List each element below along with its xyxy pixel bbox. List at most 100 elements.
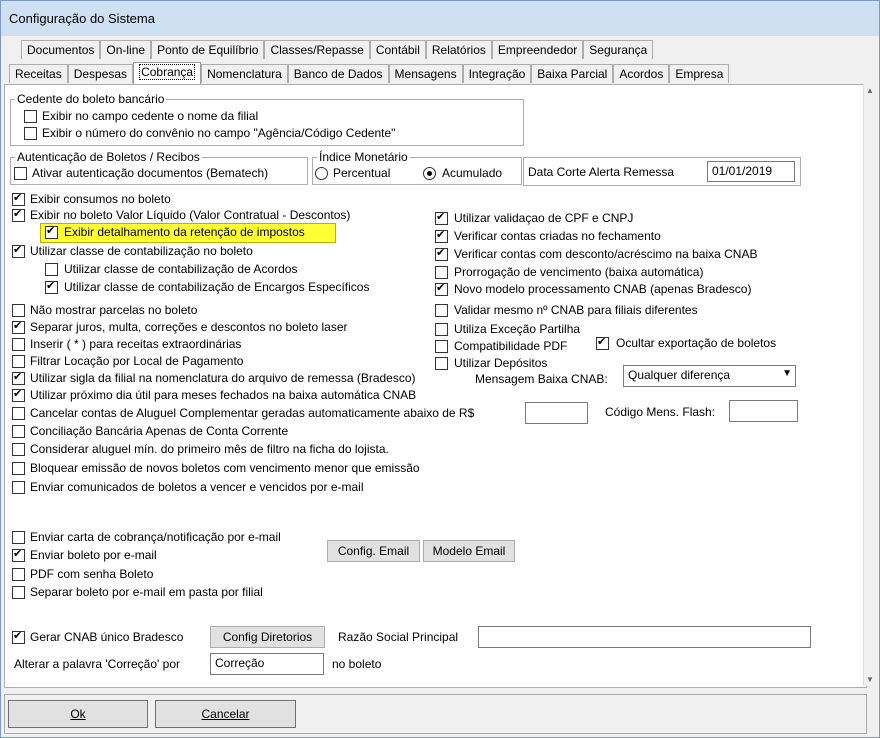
separar-juros-label: Separar juros, multa, correções e descon… [30, 320, 348, 334]
tab-baixa-parcial[interactable]: Baixa Parcial [531, 64, 614, 83]
classe-contabilizacao-checkbox[interactable] [12, 243, 25, 258]
bloquear-emissao-checkbox[interactable] [12, 462, 25, 475]
mensagem-baixa-value: Qualquer diferença [628, 368, 731, 382]
novo-modelo-cnab-checkbox[interactable] [435, 281, 448, 296]
sigla-filial-checkbox[interactable] [12, 370, 25, 385]
cedente-filial-checkbox[interactable] [24, 110, 37, 123]
tab-integracao[interactable]: Integração [462, 64, 532, 83]
correcao-suffix: no boleto [332, 657, 382, 671]
cancelar-valor-input[interactable] [525, 402, 588, 424]
tab-empreendedor[interactable]: Empreendedor [491, 40, 584, 59]
tab-acordos[interactable]: Acordos [613, 64, 670, 83]
retencao-impostos-label: Exibir detalhamento da retenção de impos… [64, 225, 305, 239]
indice-group-title: Índice Monetário [317, 150, 410, 164]
acumulado-radio[interactable] [423, 167, 436, 180]
config-diretorios-button[interactable]: Config Diretorios [210, 626, 325, 648]
ok-button[interactable]: Ok [8, 700, 148, 728]
autenticacao-group-title: Autenticação de Boletos / Recibos [15, 150, 202, 164]
inserir-asterisco-checkbox[interactable] [12, 338, 25, 351]
validar-cnab-checkbox[interactable] [435, 304, 448, 317]
valor-liquido-checkbox[interactable] [12, 207, 25, 222]
tab-row-2: Receitas Despesas Cobrança Nomenclatura … [9, 62, 730, 84]
pdf-senha-label: PDF com senha Boleto [30, 567, 154, 581]
novo-modelo-cnab-label: Novo modelo processamento CNAB (apenas B… [454, 282, 752, 296]
retencao-impostos-checkbox[interactable] [45, 224, 58, 239]
classe-encargos-checkbox[interactable] [45, 279, 58, 294]
cedente-convenio-label: Exibir o número do convênio no campo "Ag… [42, 126, 396, 140]
scroll-up-icon[interactable]: ▲ [866, 86, 874, 95]
utilizar-depositos-checkbox[interactable] [435, 357, 448, 370]
compatibilidade-pdf-checkbox[interactable] [435, 340, 448, 353]
nao-mostrar-parcelas-checkbox[interactable] [12, 304, 25, 317]
cancel-button[interactable]: Cancelar [155, 700, 296, 728]
tab-ponto-equilibrio[interactable]: Ponto de Equilíbrio [151, 40, 265, 59]
proximo-dia-util-checkbox[interactable] [12, 387, 25, 402]
aluguel-minimo-label: Considerar aluguel mín. do primeiro mês … [30, 442, 389, 456]
pdf-senha-checkbox[interactable] [12, 568, 25, 581]
inserir-asterisco-label: Inserir ( * ) para receitas extraordinár… [30, 337, 242, 351]
filtrar-locacao-label: Filtrar Locação por Local de Pagamento [30, 354, 244, 368]
excecao-partilha-checkbox[interactable] [435, 323, 448, 336]
razao-social-label: Razão Social Principal [338, 630, 459, 644]
carta-cobranca-label: Enviar carta de cobrança/notificação por… [30, 530, 281, 544]
conciliacao-checkbox[interactable] [12, 425, 25, 438]
modelo-email-button[interactable]: Modelo Email [423, 540, 515, 562]
cedente-convenio-checkbox[interactable] [24, 127, 37, 140]
ocultar-exportacao-checkbox[interactable] [596, 335, 609, 350]
carta-cobranca-checkbox[interactable] [12, 531, 25, 544]
percentual-radio[interactable] [315, 167, 328, 180]
filtrar-locacao-checkbox[interactable] [12, 355, 25, 368]
comunicados-checkbox[interactable] [12, 481, 25, 494]
tab-empresa[interactable]: Empresa [669, 64, 730, 83]
cnab-unico-checkbox[interactable] [12, 629, 25, 644]
separar-pasta-checkbox[interactable] [12, 586, 25, 599]
tab-contabil[interactable]: Contábil [369, 40, 426, 59]
codigo-flash-input[interactable] [729, 400, 798, 422]
conciliacao-label: Conciliação Bancária Apenas de Conta Cor… [30, 424, 289, 438]
title-bar: Configuração do Sistema [1, 1, 879, 36]
data-corte-input[interactable]: 01/01/2019 [707, 161, 795, 182]
tab-seguranca[interactable]: Segurança [583, 40, 654, 59]
tab-receitas[interactable]: Receitas [9, 64, 68, 83]
aluguel-minimo-checkbox[interactable] [12, 443, 25, 456]
tab-relatorios[interactable]: Relatórios [425, 40, 492, 59]
comunicados-label: Enviar comunicados de boletos a vencer e… [30, 480, 364, 494]
tab-online[interactable]: On-line [100, 40, 152, 59]
validacao-cpf-checkbox[interactable] [435, 210, 448, 225]
config-email-button[interactable]: Config. Email [327, 540, 420, 562]
tab-mensagens[interactable]: Mensagens [388, 64, 463, 83]
boleto-email-checkbox[interactable] [12, 547, 25, 562]
exibir-consumos-checkbox[interactable] [12, 191, 25, 206]
autenticacao-checkbox[interactable] [14, 167, 27, 180]
tab-cobranca[interactable]: Cobrança [133, 62, 202, 84]
excecao-partilha-label: Utiliza Exceção Partilha [454, 322, 581, 336]
contas-desconto-checkbox[interactable] [435, 246, 448, 261]
separar-pasta-label: Separar boleto por e-mail em pasta por f… [30, 585, 263, 599]
codigo-flash-label: Código Mens. Flash: [605, 405, 716, 419]
cancelar-contas-label: Cancelar contas de Aluguel Complementar … [30, 406, 475, 420]
cedente-filial-label: Exibir no campo cedente o nome da filial [42, 109, 259, 123]
tab-banco-dados[interactable]: Banco de Dados [287, 64, 389, 83]
prorrogacao-checkbox[interactable] [435, 266, 448, 279]
mensagem-baixa-select[interactable]: Qualquer diferença ▼ [623, 365, 796, 387]
bloquear-emissao-label: Bloquear emissão de novos boletos com ve… [30, 461, 420, 475]
percentual-label: Percentual [333, 166, 391, 180]
vertical-scrollbar[interactable]: ▲ ▼ [863, 84, 878, 686]
correcao-input[interactable]: Correção [210, 653, 324, 675]
cnab-unico-label: Gerar CNAB único Bradesco [30, 630, 184, 644]
tab-classes-repasse[interactable]: Classes/Repasse [264, 40, 370, 59]
tab-nomenclatura[interactable]: Nomenclatura [201, 64, 288, 83]
utilizar-depositos-label: Utilizar Depósitos [454, 356, 548, 370]
contas-desconto-label: Verificar contas com desconto/acréscimo … [454, 247, 758, 261]
tab-documentos[interactable]: Documentos [21, 40, 101, 59]
autenticacao-label: Ativar autenticação documentos (Bematech… [32, 166, 269, 180]
classe-acordos-checkbox[interactable] [45, 263, 58, 276]
scroll-down-icon[interactable]: ▼ [866, 675, 874, 684]
separar-juros-checkbox[interactable] [12, 319, 25, 334]
contas-fechamento-checkbox[interactable] [435, 228, 448, 243]
razao-social-input[interactable] [478, 626, 811, 648]
sigla-filial-label: Utilizar sigla da filial na nomenclatura… [30, 371, 416, 385]
validacao-cpf-label: Utilizar validaçao de CPF e CNPJ [454, 211, 634, 225]
cancelar-contas-checkbox[interactable] [12, 407, 25, 420]
tab-despesas[interactable]: Despesas [67, 64, 134, 83]
